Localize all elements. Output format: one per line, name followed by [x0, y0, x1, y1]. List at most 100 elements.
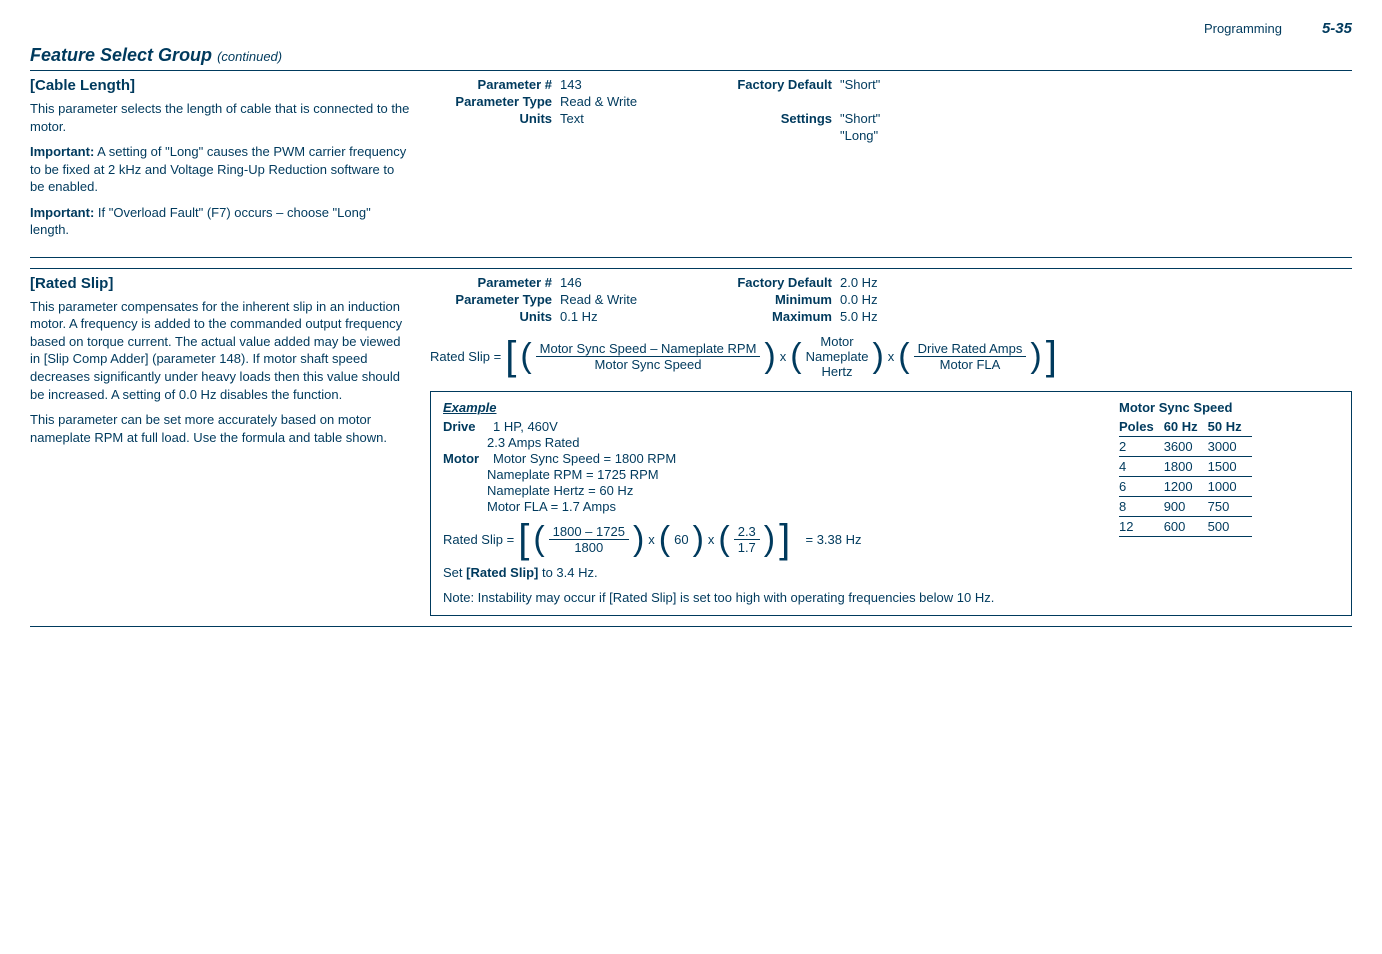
param-description: This parameter compensates for the inher… — [30, 298, 410, 446]
param-title: [Cable Length] — [30, 77, 410, 94]
paren-open: ( — [533, 529, 544, 549]
numerator: Drive Rated Amps — [914, 341, 1027, 357]
value: "Short" — [840, 111, 1352, 126]
motor-label: Motor — [443, 451, 487, 466]
motor-list: Nameplate RPM = 1725 RPM Nameplate Hertz… — [487, 467, 1089, 514]
value: 143 — [560, 77, 710, 92]
note-line: Note: Instability may occur if [Rated Sl… — [443, 590, 1089, 605]
param-title: [Rated Slip] — [30, 275, 410, 292]
rated-slip-formula: Rated Slip = [ ( Motor Sync Speed – Name… — [430, 334, 1352, 379]
motor-line: Nameplate RPM = 1725 RPM — [487, 467, 1089, 482]
page-number: 5-35 — [1322, 20, 1352, 37]
label: Units — [430, 309, 560, 324]
paren-close: ) — [764, 346, 775, 366]
bracket-open: [ — [505, 344, 516, 368]
paren-close: ) — [872, 346, 883, 366]
param-block-rated-slip: [Rated Slip] This parameter compensates … — [30, 268, 1352, 627]
set-line: Set [Rated Slip] to 3.4 Hz. — [443, 565, 1089, 580]
page-header: Programming 5-35 — [30, 20, 1352, 37]
paren-open: ( — [520, 346, 531, 366]
fraction: 1800 – 1725 1800 — [549, 524, 629, 555]
label: Parameter # — [430, 77, 560, 92]
fraction: Drive Rated Amps Motor FLA — [914, 341, 1027, 372]
fraction: Motor Sync Speed – Nameplate RPM Motor S… — [536, 341, 761, 372]
desc-line: This parameter compensates for the inher… — [30, 298, 410, 403]
example-title: Example — [443, 400, 1089, 415]
group-title-text: Feature Select Group — [30, 45, 212, 65]
formula-lhs: Rated Slip = — [430, 349, 501, 364]
value: 0.0 Hz — [840, 292, 1352, 307]
desc-line: This parameter can be set more accuratel… — [30, 411, 410, 446]
numerator: 2.3 — [734, 524, 760, 540]
value: Read & Write — [560, 94, 710, 109]
paren-close: ) — [693, 529, 704, 549]
value: 2.0 Hz — [840, 275, 1352, 290]
paren-close: ) — [633, 529, 644, 549]
important-label: Important: — [30, 205, 94, 220]
fraction: 2.3 1.7 — [734, 524, 760, 555]
times: x — [780, 349, 787, 364]
value: Text — [560, 111, 710, 126]
section-name: Programming — [1204, 21, 1282, 36]
desc-line: Important: If "Overload Fault" (F7) occu… — [30, 204, 410, 239]
denominator: Motor Sync Speed — [591, 357, 706, 372]
paren-open: ( — [898, 346, 909, 366]
motor-row: Motor Motor Sync Speed = 1800 RPM — [443, 451, 1089, 466]
group-title: Feature Select Group (continued) — [30, 45, 1352, 66]
paren-open: ( — [659, 529, 670, 549]
times: x — [708, 532, 715, 547]
bracket-close: ] — [779, 527, 790, 551]
desc-line: Important: A setting of "Long" causes th… — [30, 143, 410, 196]
denominator: 1.7 — [734, 540, 760, 555]
table-row: 8900750 — [1119, 496, 1252, 516]
drive-amps: 2.3 Amps Rated — [487, 435, 1089, 450]
formula-lhs: Rated Slip = — [443, 532, 514, 547]
param-block-cable-length: [Cable Length] This parameter selects th… — [30, 70, 1352, 258]
sixty: 60 — [674, 532, 688, 547]
label: Parameter # — [430, 275, 560, 290]
paren-open: ( — [718, 529, 729, 549]
table-row: 612001000 — [1119, 476, 1252, 496]
label: Parameter Type — [430, 94, 560, 109]
drive-row: Drive 1 HP, 460V — [443, 419, 1089, 434]
col-header: Poles — [1119, 417, 1164, 437]
label: Factory Default — [710, 275, 840, 290]
label: Minimum — [710, 292, 840, 307]
table-header-row: Poles 60 Hz 50 Hz — [1119, 417, 1252, 437]
value: 146 — [560, 275, 710, 290]
motor-line: Nameplate Hertz = 60 Hz — [487, 483, 1089, 498]
times: x — [648, 532, 655, 547]
denominator: 1800 — [570, 540, 607, 555]
times: x — [888, 349, 895, 364]
denominator: Motor FLA — [936, 357, 1005, 372]
important-label: Important: — [30, 144, 94, 159]
label: Settings — [710, 111, 840, 126]
drive-value: 1 HP, 460V — [493, 419, 558, 434]
stack-mid: Nameplate — [806, 349, 869, 364]
paren-open: ( — [790, 346, 801, 366]
table-row: 236003000 — [1119, 436, 1252, 456]
label: Parameter Type — [430, 292, 560, 307]
label: Factory Default — [710, 77, 840, 92]
value: Read & Write — [560, 292, 710, 307]
table-row: 418001500 — [1119, 456, 1252, 476]
value: 5.0 Hz — [840, 309, 1352, 324]
table-row: 12600500 — [1119, 516, 1252, 536]
numerator: Motor Sync Speed – Nameplate RPM — [536, 341, 761, 357]
param-description: This parameter selects the length of cab… — [30, 100, 410, 239]
paren-close: ) — [764, 529, 775, 549]
param-grid: Parameter # 146 Factory Default 2.0 Hz P… — [430, 275, 1352, 324]
sync-caption: Motor Sync Speed — [1119, 400, 1339, 415]
formula-result: = 3.38 Hz — [805, 532, 861, 547]
col-header: 50 Hz — [1208, 417, 1252, 437]
example-box: Example Drive 1 HP, 460V 2.3 Amps Rated … — [430, 391, 1352, 616]
value: "Long" — [840, 128, 1352, 143]
label: Units — [430, 111, 560, 126]
desc-line: This parameter selects the length of cab… — [30, 100, 410, 135]
bracket-open: [ — [518, 527, 529, 551]
sync-table: Poles 60 Hz 50 Hz 236003000 418001500 61… — [1119, 417, 1252, 537]
drive-label: Drive — [443, 419, 487, 434]
stack-top: Motor — [820, 334, 853, 349]
value: "Short" — [840, 77, 1352, 92]
label: Maximum — [710, 309, 840, 324]
